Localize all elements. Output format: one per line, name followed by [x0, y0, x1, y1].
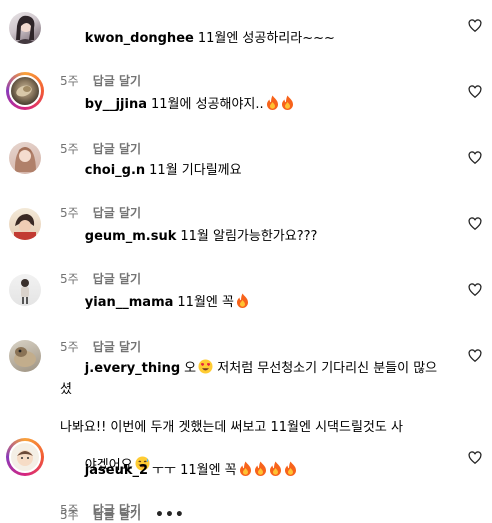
comment-line: kwon_donghee 11월엔 성공하리라~~~ — [60, 10, 448, 67]
more-options-icon[interactable]: ••• — [155, 508, 185, 522]
comment-username[interactable]: j.every_thing — [85, 361, 180, 376]
fire-emoji-icon — [239, 461, 252, 482]
avatar[interactable] — [6, 72, 44, 110]
comment-line: geum_m.suk 11월 알림가능한가요??? — [60, 208, 448, 265]
comment-meta: 5주 답글 달기 ••• — [60, 507, 448, 523]
comment-line: yian__mama 11월엔 꼭 — [60, 274, 448, 333]
avatar[interactable] — [9, 274, 41, 306]
avatar[interactable] — [6, 438, 44, 476]
like-heart-icon[interactable] — [468, 85, 482, 99]
comment-line: j.every_thing 오 저처럼 무선청소기 기다리신 분들이 많으셨 — [60, 340, 448, 418]
comment-line: choi_g.n 11월 기다릴께요 — [60, 142, 448, 199]
avatar[interactable] — [9, 142, 41, 174]
avatar-image — [9, 441, 41, 473]
comment-text: 11월엔 성공하리라~~~ — [197, 31, 335, 46]
avatar-image — [9, 75, 41, 107]
avatar[interactable] — [9, 208, 41, 240]
like-heart-icon[interactable] — [468, 451, 482, 465]
comment-line: by__jjina 11월에 성공해야지.. — [60, 76, 448, 135]
heart-eyes-emoji-icon — [198, 359, 213, 380]
fire-emoji-icon — [284, 461, 297, 482]
comment-username[interactable]: geum_m.suk — [85, 229, 177, 244]
comment-line: 나봐요!! 이번에 두개 겟했는데 써보고 11월엔 시댁드릴것도 사 — [60, 420, 403, 435]
fire-emoji-icon — [254, 461, 267, 482]
like-heart-icon[interactable] — [468, 283, 482, 297]
comment-username[interactable]: jaseuk_2 — [85, 463, 148, 478]
comment-username[interactable]: kwon_donghee — [85, 31, 194, 46]
comment-line: jaseuk_2 ㅜㅜ 11월엔 꼭 — [60, 442, 448, 501]
fire-emoji-icon — [266, 95, 279, 116]
avatar[interactable] — [9, 340, 41, 372]
like-heart-icon[interactable] — [468, 217, 482, 231]
comment-text: 11월 기다릴께요 — [149, 163, 242, 178]
fire-emoji-icon — [236, 293, 249, 314]
comment-text: 11월에 성공해야지.. — [150, 97, 264, 112]
comment-text: 11월 알림가능한가요??? — [180, 229, 318, 244]
like-heart-icon[interactable] — [468, 349, 482, 363]
comment-username[interactable]: yian__mama — [85, 295, 174, 310]
comment-username[interactable]: by__jjina — [85, 97, 147, 112]
comment-time: 5주 — [60, 508, 79, 522]
comment-text: ㅜㅜ 11월엔 꼭 — [152, 463, 237, 478]
like-heart-icon[interactable] — [468, 19, 482, 33]
like-heart-icon[interactable] — [468, 151, 482, 165]
comment-username[interactable]: choi_g.n — [85, 163, 145, 178]
fire-emoji-icon — [269, 461, 282, 482]
avatar[interactable] — [9, 12, 41, 44]
comment-text-part: 오 — [184, 361, 197, 376]
fire-emoji-icon — [281, 95, 294, 116]
reply-button[interactable]: 답글 달기 — [93, 507, 141, 523]
comment-text: 11월엔 꼭 — [177, 295, 234, 310]
